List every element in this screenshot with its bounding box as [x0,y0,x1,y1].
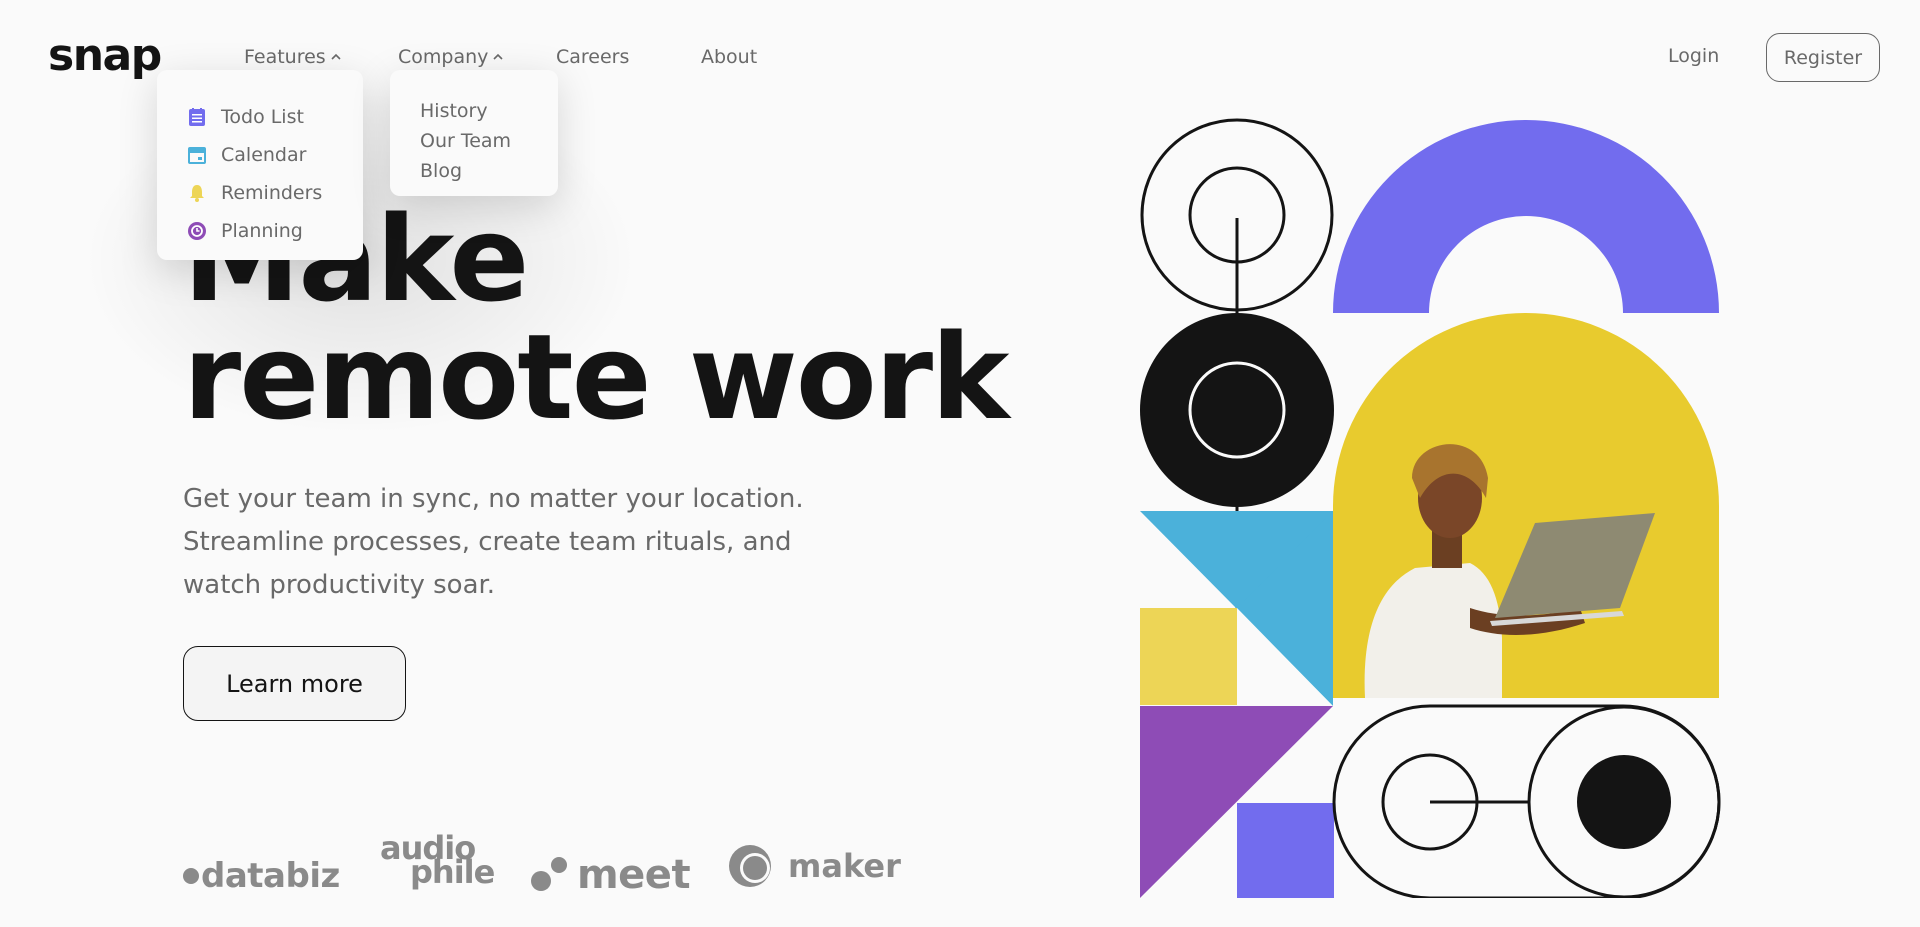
menu-item-planning[interactable]: Planning [187,212,363,250]
nav-company[interactable]: Company [398,45,504,69]
nav-features[interactable]: Features [244,45,342,69]
menu-item-label: Planning [221,220,303,242]
menu-item-calendar[interactable]: Calendar [187,136,363,174]
meet-dots-icon [531,855,571,895]
maker-mark-icon [729,845,771,887]
todo-list-icon [187,107,207,127]
chevron-up-icon [493,53,503,60]
audiophile-bottom: phile [410,853,495,891]
nav-features-label: Features [244,46,326,68]
planning-icon [187,221,207,241]
audiophile-logo: audio phile [380,832,495,891]
login-link[interactable]: Login [1668,45,1719,67]
databiz-logo: databiz [183,856,340,896]
meet-wordmark: meet [577,852,691,898]
maker-logo: maker [728,844,901,888]
menu-item-todo-list[interactable]: Todo List [187,98,363,136]
lede-line-3: watch productivity soar. [183,570,496,600]
databiz-dot-icon [183,868,199,884]
register-button[interactable]: Register [1766,33,1880,82]
features-dropdown: Todo List Calendar Reminders Planning [157,70,363,260]
title-line-2: remote work [183,308,1010,446]
nav-about[interactable]: About [701,45,757,69]
lede-line-1: Get your team in sync, no matter your lo… [183,484,804,514]
bell-icon [187,183,207,203]
menu-item-label: Todo List [221,106,304,128]
nav-company-label: Company [398,46,489,68]
menu-item-reminders[interactable]: Reminders [187,174,363,212]
meet-logo: meet [531,852,691,898]
chevron-up-icon [331,53,341,60]
menu-item-history[interactable]: History [420,96,558,126]
databiz-wordmark: databiz [201,856,340,896]
company-dropdown: History Our Team Blog [390,70,558,196]
snap-logo[interactable]: snap [48,34,162,78]
calendar-icon [187,145,207,165]
lede-line-2: Streamline processes, create team ritual… [183,527,792,557]
learn-more-button[interactable]: Learn more [183,646,406,721]
hero-illustration [1140,118,1721,898]
hero-description: Get your team in sync, no matter your lo… [183,478,843,607]
menu-item-blog[interactable]: Blog [420,156,558,186]
nav-careers[interactable]: Careers [556,45,629,69]
maker-wordmark: maker [788,847,901,885]
menu-item-label: Reminders [221,182,323,204]
menu-item-label: Calendar [221,144,307,166]
menu-item-our-team[interactable]: Our Team [420,126,558,156]
